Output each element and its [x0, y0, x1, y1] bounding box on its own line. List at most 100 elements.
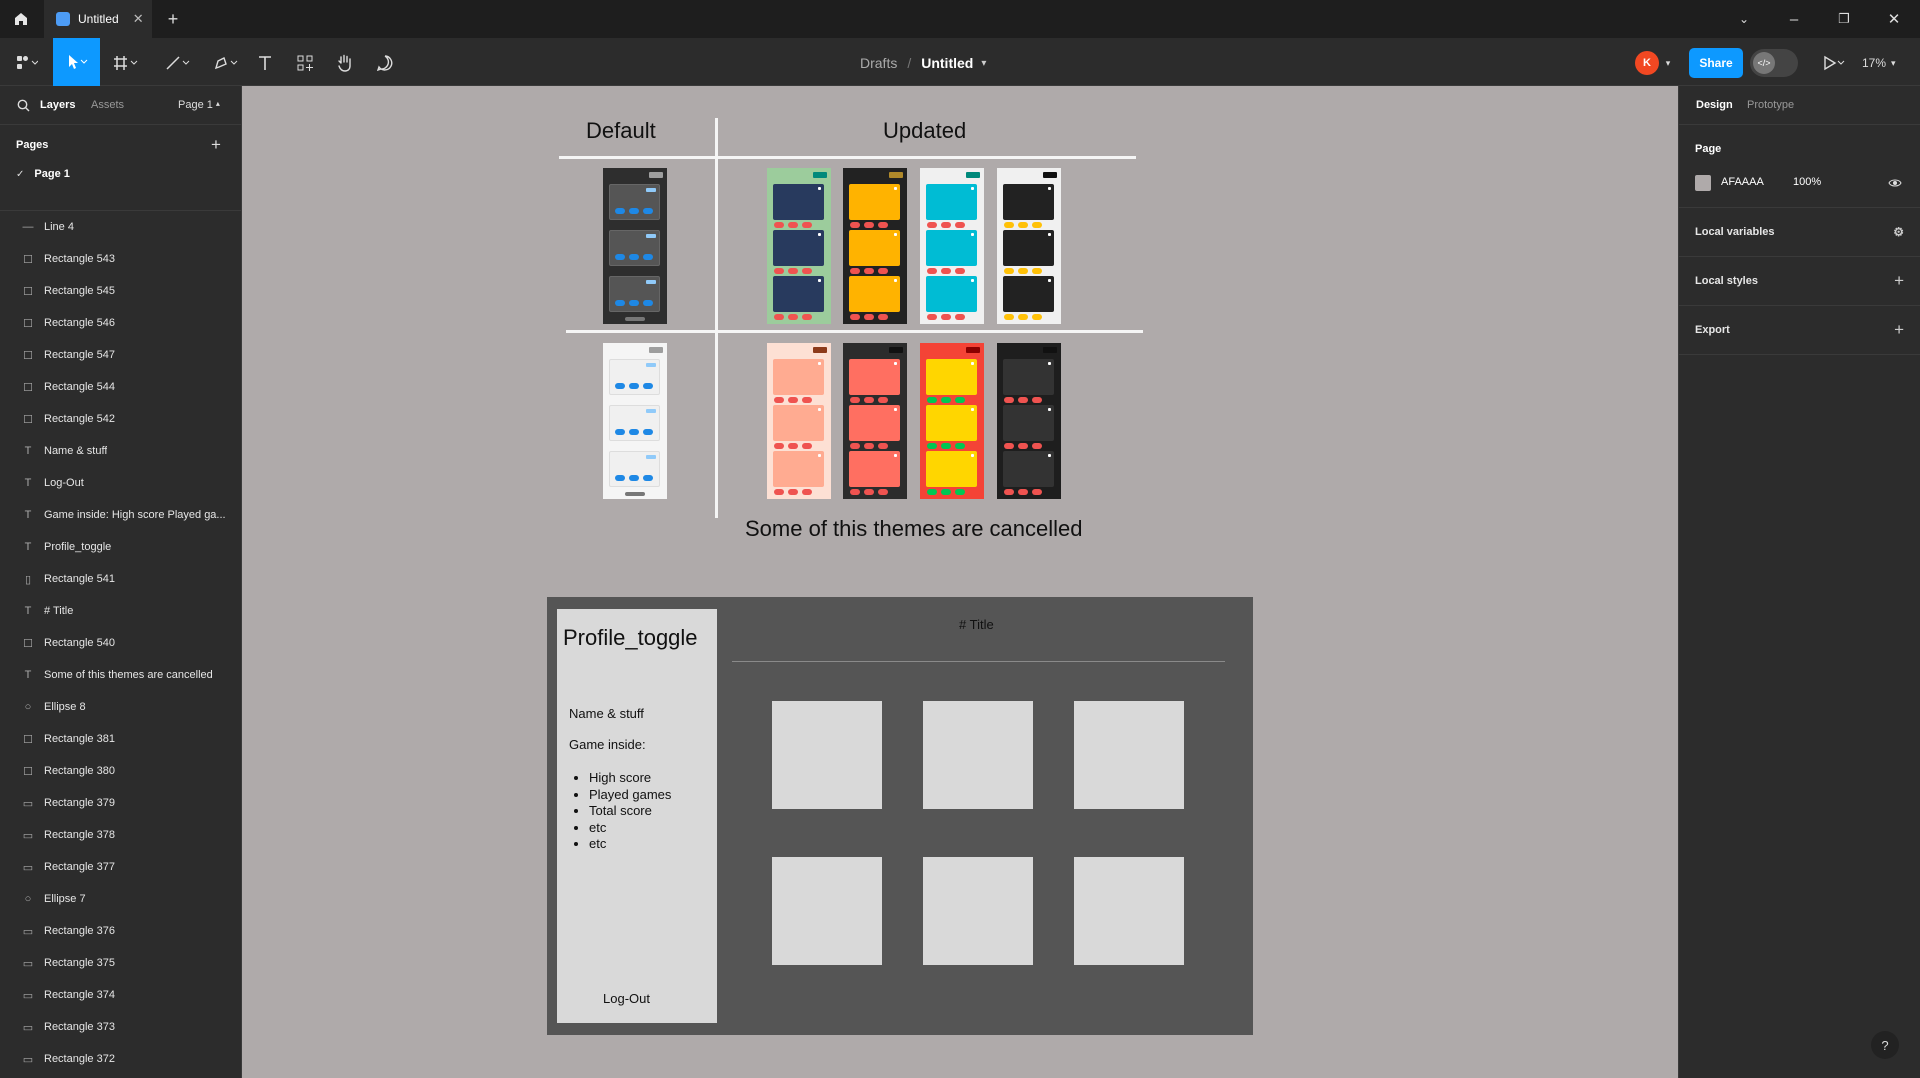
local-styles-row[interactable]: Local styles + — [1679, 257, 1920, 306]
layer-item[interactable]: ☐ Rectangle 543 — [0, 243, 241, 275]
layer-item[interactable]: ○ Ellipse 7 — [0, 883, 241, 915]
line-middle-horizontal — [566, 330, 1143, 333]
tab-prototype[interactable]: Prototype — [1747, 99, 1794, 111]
dev-mode-toggle[interactable]: </> — [1750, 49, 1798, 77]
minimize-icon[interactable]: – — [1780, 6, 1808, 32]
layer-item[interactable]: ▭ Rectangle 379 — [0, 787, 241, 819]
layer-item[interactable]: ▭ Rectangle 376 — [0, 915, 241, 947]
layer-item[interactable]: ▭ Rectangle 375 — [0, 947, 241, 979]
layer-item[interactable]: T Log-Out — [0, 467, 241, 499]
layer-name: Rectangle 545 — [44, 285, 115, 297]
close-tab-icon[interactable]: ✕ — [133, 11, 144, 27]
theme-thumbnail-white-cyan[interactable] — [920, 168, 984, 324]
layer-item[interactable]: ☐ Rectangle 381 — [0, 723, 241, 755]
layer-item[interactable]: ☐ Rectangle 547 — [0, 339, 241, 371]
pen-tool-icon[interactable] — [208, 50, 244, 76]
tab-assets[interactable]: Assets — [91, 99, 124, 111]
theme-thumbnail-peach[interactable] — [767, 343, 831, 499]
add-export-icon[interactable]: + — [1894, 320, 1904, 340]
add-style-icon[interactable]: + — [1894, 271, 1904, 291]
text-tool-icon[interactable] — [252, 50, 278, 76]
move-tool-icon[interactable] — [53, 38, 100, 86]
theme-thumbnail-dark-salmon[interactable] — [843, 343, 907, 499]
layer-item[interactable]: ☐ Rectangle 544 — [0, 371, 241, 403]
content-tile[interactable] — [923, 857, 1033, 965]
variables-icon[interactable]: ⚙ — [1893, 225, 1904, 239]
theme-button-dot — [774, 268, 784, 274]
layer-name: Rectangle 381 — [44, 733, 115, 745]
layer-item[interactable]: ○ Ellipse 8 — [0, 691, 241, 723]
theme-thumbnail-black-grey[interactable] — [997, 343, 1061, 499]
page-selector[interactable]: Page 1 ▴ — [178, 99, 220, 111]
layer-item[interactable]: ☐ Rectangle 380 — [0, 755, 241, 787]
layer-item[interactable]: T Name & stuff — [0, 435, 241, 467]
share-button[interactable]: Share — [1689, 48, 1743, 78]
theme-thumbnail-black-amber[interactable] — [843, 168, 907, 324]
zoom-level[interactable]: 17% ▾ — [1862, 55, 1910, 71]
close-window-icon[interactable]: ✕ — [1880, 6, 1908, 32]
layer-item[interactable]: ▭ Rectangle 377 — [0, 851, 241, 883]
layer-item[interactable]: ☐ Rectangle 546 — [0, 307, 241, 339]
avatar-chevron-icon[interactable]: ▾ — [1662, 56, 1674, 70]
layer-item[interactable]: — Line 4 — [0, 211, 241, 243]
theme-thumbnail-red-yellow[interactable] — [920, 343, 984, 499]
content-tile[interactable] — [1074, 701, 1184, 809]
hand-tool-icon[interactable] — [332, 50, 358, 76]
resources-tool-icon[interactable] — [292, 50, 318, 76]
content-tile[interactable] — [772, 857, 882, 965]
local-variables-row[interactable]: Local variables ⚙ — [1679, 208, 1920, 257]
layer-item[interactable]: T Some of this themes are cancelled — [0, 659, 241, 691]
layer-name: Rectangle 377 — [44, 861, 115, 873]
layer-item[interactable]: ☐ Rectangle 542 — [0, 403, 241, 435]
canvas[interactable]: Default Updated Some of this themes are … — [242, 86, 1678, 1078]
layer-item[interactable]: T Game inside: High score Played ga... — [0, 499, 241, 531]
line-top-horizontal — [559, 156, 1136, 159]
home-icon[interactable] — [8, 6, 34, 32]
tab-design[interactable]: Design — [1696, 99, 1733, 111]
content-tile[interactable] — [923, 701, 1033, 809]
breadcrumb-drafts[interactable]: Drafts — [860, 55, 897, 71]
theme-thumbnail-default-light[interactable] — [603, 343, 667, 499]
main-menu-icon[interactable] — [10, 50, 44, 76]
profile-sidebar[interactable]: Profile_toggle Name & stuff Game inside:… — [557, 609, 717, 1023]
layer-item[interactable]: T Profile_toggle — [0, 531, 241, 563]
chevron-down-icon[interactable]: ⌄ — [1730, 6, 1758, 32]
layer-item[interactable]: ▭ Rectangle 374 — [0, 979, 241, 1011]
line-tool-icon[interactable] — [160, 50, 196, 76]
page-color-opacity[interactable]: 100% — [1793, 176, 1821, 188]
eye-icon[interactable] — [1885, 174, 1905, 192]
restore-icon[interactable]: ❐ — [1830, 6, 1858, 32]
tab-untitled[interactable]: Untitled ✕ — [44, 0, 152, 38]
mockup-frame[interactable]: Profile_toggle Name & stuff Game inside:… — [547, 597, 1253, 1035]
help-button[interactable]: ? — [1871, 1031, 1899, 1059]
theme-thumbnail-white-black[interactable] — [997, 168, 1061, 324]
file-name[interactable]: Untitled — [921, 55, 973, 71]
layer-item[interactable]: ▯ Rectangle 541 — [0, 563, 241, 595]
layer-item[interactable]: ▭ Rectangle 372 — [0, 1043, 241, 1075]
content-tile[interactable] — [772, 701, 882, 809]
avatar[interactable]: K — [1635, 51, 1659, 75]
logout-label[interactable]: Log-Out — [603, 991, 650, 1006]
frame-tool-icon[interactable] — [108, 50, 144, 76]
layer-rect-icon: ☐ — [23, 413, 33, 426]
export-row[interactable]: Export + — [1679, 306, 1920, 355]
layer-item[interactable]: T # Title — [0, 595, 241, 627]
present-icon[interactable] — [1818, 50, 1850, 76]
layer-item[interactable]: ▭ Rectangle 373 — [0, 1011, 241, 1043]
content-tile[interactable] — [1074, 857, 1184, 965]
comment-tool-icon[interactable] — [372, 50, 398, 76]
theme-thumbnail-green-navy[interactable] — [767, 168, 831, 324]
page-color-hex[interactable]: AFAAAA — [1721, 176, 1764, 188]
add-page-icon[interactable]: + — [206, 135, 226, 155]
page-item-page-1[interactable]: ✓ Page 1 — [0, 162, 241, 186]
layer-item[interactable]: ▭ Rectangle 378 — [0, 819, 241, 851]
search-icon[interactable] — [14, 96, 32, 114]
tab-layers[interactable]: Layers — [40, 99, 75, 111]
layer-item[interactable]: ☐ Rectangle 540 — [0, 627, 241, 659]
page-color-swatch[interactable] — [1695, 175, 1711, 191]
new-tab-icon[interactable]: + — [160, 6, 186, 32]
theme-thumbnail-default-dark[interactable] — [603, 168, 667, 324]
layer-item[interactable]: ☐ Rectangle 545 — [0, 275, 241, 307]
theme-button-dot — [878, 443, 888, 449]
file-menu-chevron-icon[interactable]: ▾ — [981, 58, 986, 69]
